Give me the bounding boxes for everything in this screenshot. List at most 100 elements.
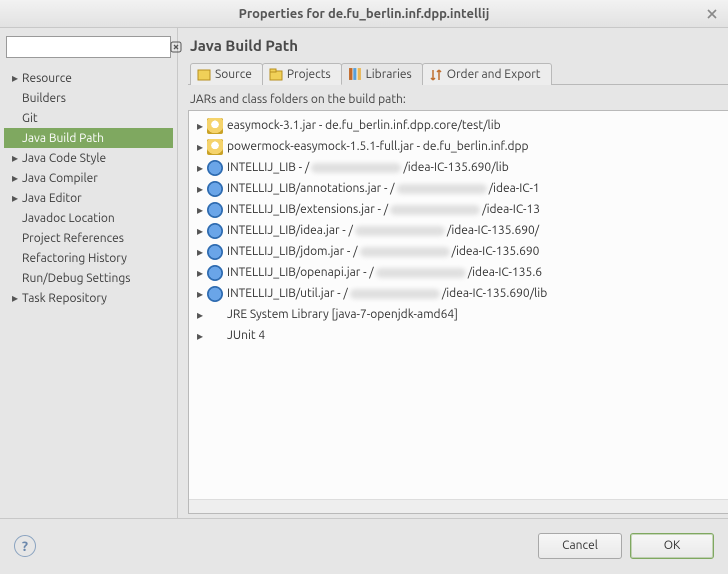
sidebar-item-builders[interactable]: Builders [4, 88, 173, 108]
close-icon[interactable] [704, 6, 720, 22]
order-icon [429, 68, 443, 82]
entry-text: INTELLIJ_LIB/openapi.jar - / [227, 266, 374, 279]
sidebar-item-java-code-style[interactable]: ▸Java Code Style [4, 148, 173, 168]
entry-text: JRE System Library [java-7-openjdk-amd64… [227, 308, 458, 321]
entry-text: easymock-3.1.jar - de.fu_berlin.inf.dpp.… [227, 119, 501, 132]
tab-order-and-export[interactable]: Order and Export [422, 63, 552, 85]
ok-button[interactable]: OK [630, 533, 714, 559]
variable-icon [207, 244, 223, 260]
redacted-path [355, 226, 445, 236]
help-icon[interactable]: ? [14, 535, 36, 557]
tab-label: Libraries [366, 68, 412, 81]
entry-text-suffix: /idea-IC-135.690/lib [403, 161, 508, 174]
instruction-text: JARs and class folders on the build path… [188, 89, 728, 110]
page-title: Java Build Path [190, 37, 298, 54]
variable-icon [207, 223, 223, 239]
redacted-path [311, 163, 401, 173]
expand-icon: ▸ [8, 71, 22, 85]
classpath-entry[interactable]: ▸INTELLIJ_LIB/util.jar - //idea-IC-135.6… [193, 283, 728, 304]
classpath-entry[interactable]: ▸INTELLIJ_LIB - //idea-IC-135.690/lib [193, 157, 728, 178]
sidebar-item-java-compiler[interactable]: ▸Java Compiler [4, 168, 173, 188]
expand-icon: ▸ [193, 329, 207, 343]
expand-icon: ▸ [8, 191, 22, 205]
classpath-entry[interactable]: ▸JRE System Library [java-7-openjdk-amd6… [193, 304, 728, 325]
expand-icon: ▸ [193, 119, 207, 133]
sidebar-item-label: Java Build Path [22, 132, 104, 145]
sidebar-item-label: Resource [22, 72, 72, 85]
library-icon [207, 307, 223, 323]
expand-icon: ▸ [193, 245, 207, 259]
classpath-entry[interactable]: ▸ INTELLIJ_LIB/openapi.jar - / /idea-IC-13… [193, 262, 728, 283]
entry-text: INTELLIJ_LIB - / [227, 161, 309, 174]
classpath-entry[interactable]: ▸powermock-easymock-1.5.1-full.jar - de.… [193, 136, 728, 157]
sidebar-item-label: Java Compiler [22, 172, 98, 185]
entry-text: INTELLIJ_LIB/annotations.jar - / [227, 182, 395, 195]
category-tree[interactable]: ▸ResourceBuildersGitJava Build Path▸Java… [4, 66, 173, 514]
sidebar-item-label: Java Code Style [22, 152, 106, 165]
classpath-scroll[interactable]: ▸ easymock-3.1.jar - de.fu_berlin.inf.dpp… [189, 111, 728, 499]
redacted-path [390, 205, 480, 215]
jar-icon [207, 139, 223, 155]
classpath-entry[interactable]: ▸INTELLIJ_LIB/extensions.jar - //idea-IC… [193, 199, 728, 220]
variable-icon [207, 160, 223, 176]
entry-text: INTELLIJ_LIB/idea.jar - / [227, 224, 353, 237]
sidebar-item-git[interactable]: Git [4, 108, 173, 128]
variable-icon [207, 202, 223, 218]
tab-label: Source [215, 68, 252, 81]
classpath-entry[interactable]: ▸ JUnit 4 [193, 325, 728, 346]
redacted-path [397, 184, 487, 194]
library-icon [207, 328, 223, 344]
sidebar-item-java-build-path[interactable]: Java Build Path [4, 128, 173, 148]
dialog-footer: ? Cancel OK [0, 518, 728, 572]
sidebar-item-javadoc-location[interactable]: Javadoc Location [4, 208, 173, 228]
sidebar-item-label: Builders [22, 92, 66, 105]
redacted-path [360, 247, 450, 257]
expand-icon: ▸ [193, 287, 207, 301]
classpath-entry[interactable]: ▸INTELLIJ_LIB/idea.jar - //idea-IC-135.6… [193, 220, 728, 241]
entry-text: JUnit 4 [227, 329, 265, 342]
entry-text: INTELLIJ_LIB/jdom.jar - / [227, 245, 358, 258]
classpath-entry[interactable]: ▸ easymock-3.1.jar - de.fu_berlin.inf.dpp… [193, 115, 728, 136]
redacted-path [350, 289, 440, 299]
entry-text: powermock-easymock-1.5.1-full.jar - de.f… [227, 140, 529, 153]
sidebar-item-label: Javadoc Location [22, 212, 115, 225]
variable-icon [207, 181, 223, 197]
sidebar-item-refactoring-history[interactable]: Refactoring History [4, 248, 173, 268]
sidebar-item-java-editor[interactable]: ▸Java Editor [4, 188, 173, 208]
cancel-button[interactable]: Cancel [538, 533, 622, 559]
filter-box [6, 36, 171, 58]
horizontal-scrollbar[interactable] [189, 499, 728, 513]
redacted-path [376, 268, 466, 278]
tab-libraries[interactable]: Libraries [341, 63, 423, 85]
entry-text-suffix: /idea-IC-135.690/lib [442, 287, 547, 300]
entry-text-suffix: /idea-IC-135.690 [452, 245, 540, 258]
entry-text-suffix: /idea-IC-135.690/ [447, 224, 539, 237]
tab-body: JARs and class folders on the build path… [188, 89, 728, 514]
entry-text-suffix: /idea-IC-13 [482, 203, 540, 216]
sidebar: ▸ResourceBuildersGitJava Build Path▸Java… [0, 28, 178, 518]
classpath-entry[interactable]: ▸INTELLIJ_LIB/annotations.jar - //idea-I… [193, 178, 728, 199]
expand-icon: ▸ [193, 203, 207, 217]
libraries-icon [348, 67, 362, 81]
sidebar-item-run-debug-settings[interactable]: Run/Debug Settings [4, 268, 173, 288]
content-area: ▸ResourceBuildersGitJava Build Path▸Java… [0, 28, 728, 518]
sidebar-item-label: Task Repository [22, 292, 107, 305]
tab-label: Projects [287, 68, 331, 81]
tab-source[interactable]: Source [190, 63, 263, 85]
sidebar-item-project-references[interactable]: Project References [4, 228, 173, 248]
sidebar-item-task-repository[interactable]: ▸Task Repository [4, 288, 173, 308]
sidebar-item-label: Git [22, 112, 38, 125]
filter-input[interactable] [7, 37, 170, 57]
tab-label: Order and Export [447, 68, 541, 81]
work-area: ▸ easymock-3.1.jar - de.fu_berlin.inf.dpp… [188, 110, 728, 514]
variable-icon [207, 265, 223, 281]
expand-icon: ▸ [8, 171, 22, 185]
tab-projects[interactable]: Projects [262, 63, 342, 85]
expand-icon: ▸ [193, 266, 207, 280]
entry-text-suffix: /idea-IC-135.6 [468, 266, 542, 279]
sidebar-item-label: Run/Debug Settings [22, 272, 130, 285]
sidebar-item-resource[interactable]: ▸Resource [4, 68, 173, 88]
classpath-entry[interactable]: ▸ INTELLIJ_LIB/jdom.jar - / /idea-IC-135.6… [193, 241, 728, 262]
tab-bar: Source Projects Libraries Order and Export [188, 62, 728, 85]
source-icon [197, 68, 211, 82]
